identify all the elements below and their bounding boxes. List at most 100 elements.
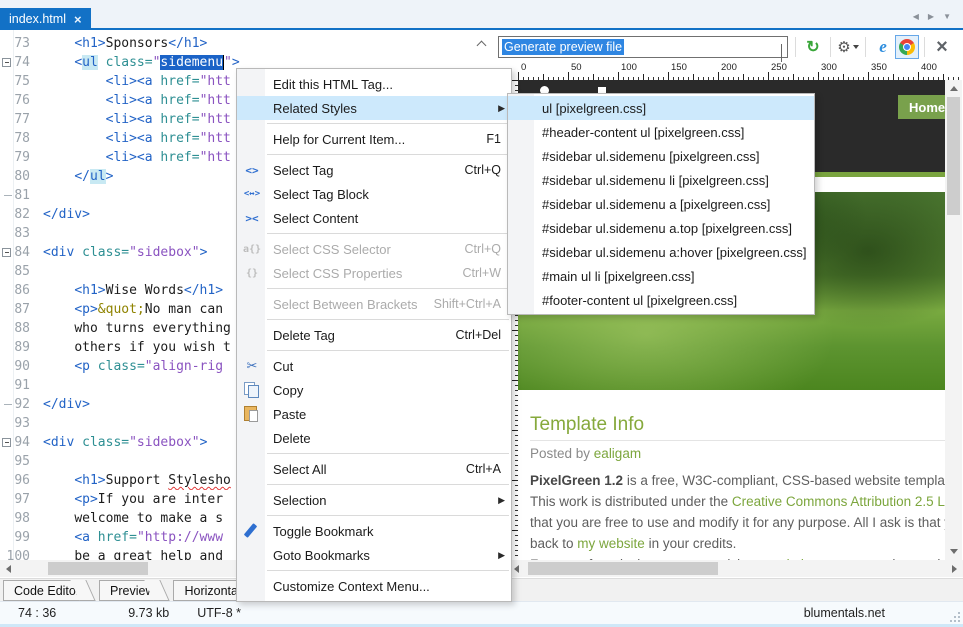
context-menu-item[interactable]: ▶ <box>237 285 511 292</box>
brand-link[interactable]: blumentals.net <box>804 606 885 620</box>
code-text: <h1>Sponsors</h1> <box>43 34 487 53</box>
ruler-label: 400 <box>921 62 937 73</box>
context-menu-item[interactable]: ▶ <box>237 347 511 354</box>
fold-end-marker <box>4 404 12 405</box>
scroll-left-icon[interactable] <box>0 560 17 577</box>
home-nav-link[interactable]: Home <box>898 95 945 119</box>
context-menu-item[interactable]: ▶ <box>237 151 511 158</box>
collapse-preview-toolbar-button[interactable] <box>474 36 488 50</box>
related-style-item[interactable]: #sidebar ul.sidemenu a:hover [pixelgreen… <box>508 240 814 264</box>
template-info-text-line: back to my website in your credits. <box>530 533 736 554</box>
related-style-item[interactable]: #sidebar ul.sidemenu a [pixelgreen.css] <box>508 192 814 216</box>
scroll-up-icon[interactable] <box>945 80 962 97</box>
related-style-item[interactable]: ul [pixelgreen.css] <box>508 96 814 120</box>
related-style-item[interactable]: #main ul li [pixelgreen.css] <box>508 264 814 288</box>
menu-item-label: Delete Tag <box>267 328 456 343</box>
scroll-down-icon[interactable] <box>945 543 962 560</box>
context-menu-item[interactable]: ▶ <box>237 316 511 323</box>
refresh-preview-button[interactable]: ↻ <box>801 35 825 59</box>
combobox-dropdown-icon[interactable] <box>781 44 782 62</box>
tab-list-dropdown-icon[interactable]: ▼ <box>943 12 951 21</box>
fold-marker[interactable] <box>2 438 11 447</box>
context-menu-item[interactable]: Select CSS Selector Ctrl+Q ▶ <box>237 237 511 261</box>
context-menu-item[interactable]: Help for Current Item... F1 ▶ <box>237 127 511 151</box>
context-menu-item[interactable]: Copy ▶ <box>237 378 511 402</box>
preview-vscrollbar[interactable] <box>945 80 962 560</box>
tab-close-icon[interactable]: × <box>74 12 82 27</box>
ie-engine-button[interactable]: e <box>871 35 895 59</box>
menu-item-label: Goto Bookmarks <box>267 548 501 563</box>
tab-scroll-left-icon[interactable]: ◀ <box>913 12 919 21</box>
context-menu-item[interactable]: ▶ <box>237 230 511 237</box>
line-number: 82 <box>0 205 43 224</box>
tab-scroll-controls: ◀ ▶ ▼ <box>913 12 951 21</box>
context-menu-item[interactable]: Select Tag Ctrl+Q ▶ <box>237 158 511 182</box>
preview-hscroll-thumb[interactable] <box>528 562 718 575</box>
context-menu-item[interactable]: Select All Ctrl+A ▶ <box>237 457 511 481</box>
line-number: 100 <box>0 547 43 560</box>
fold-marker[interactable] <box>2 58 11 67</box>
view-mode-tab[interactable]: Preview <box>99 580 156 601</box>
combobox-value: Generate preview file <box>502 39 624 55</box>
context-menu-item[interactable]: Selection ▶ <box>237 488 511 512</box>
preview-settings-button[interactable]: ⚙ <box>836 35 860 59</box>
preview-hscrollbar[interactable] <box>508 560 963 577</box>
chevron-up-icon <box>476 40 486 50</box>
line-number: 97 <box>0 490 43 509</box>
related-style-item[interactable]: #sidebar ul.sidemenu a.top [pixelgreen.c… <box>508 216 814 240</box>
context-menu-item[interactable]: Customize Context Menu... ▶ <box>237 574 511 598</box>
submenu-arrow-icon: ▶ <box>498 103 505 114</box>
context-menu-item[interactable]: Select CSS Properties Ctrl+W ▶ <box>237 261 511 285</box>
menu-item-label: Selection <box>267 493 501 508</box>
related-style-item[interactable]: #footer-content ul [pixelgreen.css] <box>508 288 814 312</box>
preview-vscroll-thumb[interactable] <box>947 97 960 215</box>
context-menu-item[interactable]: Delete Tag Ctrl+Del ▶ <box>237 323 511 347</box>
line-number: 88 <box>0 319 43 338</box>
editor-hscroll-thumb[interactable] <box>48 562 148 575</box>
context-menu-item[interactable]: Cut ▶ <box>237 354 511 378</box>
preview-tool-buttons: ↻ ⚙ e × <box>790 34 954 60</box>
context-menu-item[interactable]: ▶ <box>237 567 511 574</box>
context-menu-item[interactable]: Related Styles ▶ <box>237 96 511 120</box>
context-menu-item[interactable]: Select Content ▶ <box>237 206 511 230</box>
preview-file-combobox[interactable]: Generate preview file <box>498 36 788 58</box>
context-menu-item[interactable]: Edit this HTML Tag... ▶ <box>237 72 511 96</box>
close-preview-button[interactable]: × <box>930 35 954 59</box>
related-style-item[interactable]: #sidebar ul.sidemenu li [pixelgreen.css] <box>508 168 814 192</box>
context-menu-item[interactable]: ▶ <box>237 450 511 457</box>
tab-index-html[interactable]: index.html × <box>0 8 91 30</box>
dropdown-caret-icon <box>853 45 859 49</box>
tab-scroll-right-icon[interactable]: ▶ <box>928 12 934 21</box>
context-menu-item[interactable]: ▶ <box>237 120 511 127</box>
submenu-arrow-icon: ▶ <box>498 550 505 561</box>
context-menu-item[interactable]: Select Between Brackets Shift+Ctrl+A ▶ <box>237 292 511 316</box>
line-number: 99 <box>0 528 43 547</box>
context-menu-item[interactable]: Paste ▶ <box>237 402 511 426</box>
horizontal-ruler: 0 50 100 150 200 250 300 350 400 <box>508 62 963 80</box>
line-number: 90 <box>0 357 43 376</box>
context-menu-item[interactable]: Toggle Bookmark ▶ <box>237 519 511 543</box>
context-menu-item[interactable]: ▶ <box>237 481 511 488</box>
toolbar-separator <box>830 37 831 57</box>
resize-grip[interactable] <box>948 610 960 622</box>
chrome-browser-icon <box>899 39 915 55</box>
context-menu-item[interactable]: Delete ▶ <box>237 426 511 450</box>
view-mode-tab[interactable]: Code Editor <box>3 580 82 601</box>
related-style-item[interactable]: #sidebar ul.sidemenu [pixelgreen.css] <box>508 144 814 168</box>
chrome-engine-button[interactable] <box>895 35 919 59</box>
related-styles-submenu: ul [pixelgreen.css]#header-content ul [p… <box>507 93 815 315</box>
related-style-item[interactable]: #header-content ul [pixelgreen.css] <box>508 120 814 144</box>
scroll-right-icon[interactable] <box>946 560 963 577</box>
context-menu-item[interactable]: Select Tag Block ▶ <box>237 182 511 206</box>
menu-item-label: Select Between Brackets <box>267 297 434 312</box>
line-number: 93 <box>0 414 43 433</box>
menu-item-icon <box>237 574 267 598</box>
context-menu-item[interactable]: Goto Bookmarks ▶ <box>237 543 511 567</box>
menu-item-label: Select CSS Properties <box>267 266 462 281</box>
encoding-indicator[interactable]: UTF-8 * <box>197 606 241 620</box>
fold-marker[interactable] <box>2 248 11 257</box>
context-menu: Edit this HTML Tag... ▶ Related Styles ▶… <box>236 68 512 602</box>
context-menu-item[interactable]: ▶ <box>237 512 511 519</box>
template-info-text-line: PixelGreen 1.2 is a free, W3C-compliant,… <box>530 470 945 491</box>
menu-item-label: Toggle Bookmark <box>267 524 501 539</box>
